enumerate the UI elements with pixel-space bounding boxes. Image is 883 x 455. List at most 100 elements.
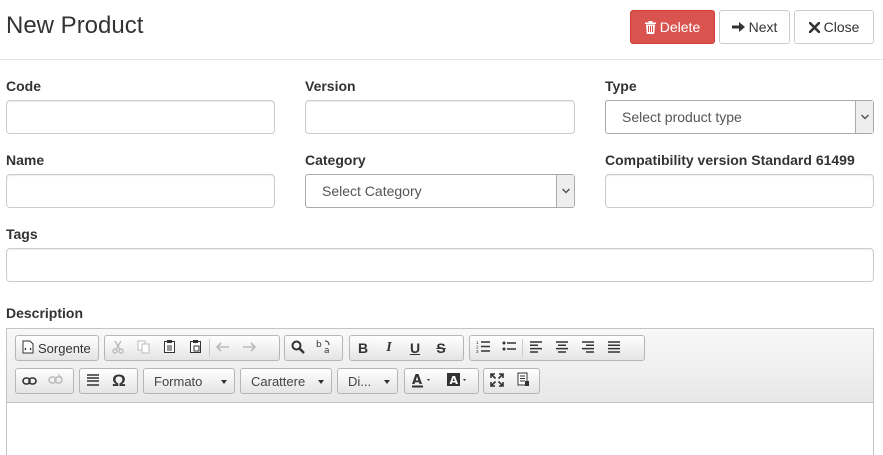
bold-button[interactable]: B (350, 336, 376, 360)
find-group: ba (284, 335, 343, 361)
show-blocks-icon (516, 372, 530, 390)
replace-button[interactable]: ba (311, 336, 337, 360)
name-input[interactable] (6, 174, 275, 208)
paste-text-icon (189, 339, 203, 357)
editor-toolbar: Sorgente b a B I U S 1 2 3 Ω Formato Car… (7, 329, 873, 403)
source-button[interactable]: Sorgente (16, 340, 91, 357)
type-selected-value: Select product type (622, 109, 742, 125)
align-left-button[interactable] (523, 336, 549, 360)
unlink-button[interactable] (42, 369, 68, 393)
type-select[interactable]: Select product type (605, 100, 874, 134)
maximize-button[interactable] (484, 369, 510, 393)
strike-icon: S (436, 340, 446, 356)
link-button[interactable] (16, 369, 42, 393)
svg-text:b: b (316, 340, 322, 350)
compat-label: Compatibility version Standard 61499 (605, 152, 855, 168)
align-right-icon (581, 340, 595, 356)
code-input[interactable] (6, 100, 275, 134)
redo-icon (242, 340, 257, 356)
format-combo[interactable]: Formato (143, 368, 235, 394)
source-icon (22, 340, 34, 357)
align-center-button[interactable] (549, 336, 575, 360)
clipboard-group (104, 335, 280, 361)
chevron-down-icon (556, 175, 574, 207)
paste-button[interactable] (157, 336, 183, 360)
cut-icon (111, 340, 125, 357)
numbered-list-button[interactable]: 123 (470, 336, 496, 360)
next-label: Next (748, 19, 778, 35)
close-button[interactable]: Close (794, 10, 874, 44)
source-label: Sorgente (38, 340, 91, 356)
size-combo[interactable]: Di... (337, 368, 398, 394)
italic-button[interactable]: I (376, 336, 402, 360)
align-center-icon (555, 340, 569, 356)
bg-color-icon: A (447, 372, 471, 391)
tags-input[interactable] (6, 248, 874, 282)
version-label: Version (305, 78, 356, 94)
style-group: B I U S (349, 335, 464, 361)
paste-icon (163, 339, 177, 357)
color-group: A A (404, 368, 479, 394)
unlink-icon (47, 373, 63, 389)
maximize-icon (490, 372, 504, 390)
version-input[interactable] (305, 100, 575, 134)
chevron-down-icon (318, 380, 324, 384)
underline-icon: U (409, 340, 421, 356)
link-icon (21, 373, 37, 389)
link-group (15, 368, 74, 394)
bullet-list-button[interactable] (496, 336, 522, 360)
undo-button[interactable] (210, 336, 236, 360)
copy-button[interactable] (131, 336, 157, 360)
category-selected-value: Select Category (322, 183, 422, 199)
find-button[interactable] (285, 336, 311, 360)
svg-text:A: A (450, 374, 459, 387)
editor-content-area[interactable] (7, 404, 873, 455)
view-group (483, 368, 540, 394)
horizontal-rule-button[interactable] (80, 369, 106, 393)
font-combo[interactable]: Carattere (240, 368, 332, 394)
source-group: Sorgente (15, 335, 99, 361)
description-editor: Sorgente b a B I U S 1 2 3 Ω Formato Car… (6, 328, 874, 455)
find-icon (291, 340, 305, 357)
underline-button[interactable]: U (402, 336, 428, 360)
strike-button[interactable]: S (428, 336, 454, 360)
chevron-down-icon (221, 380, 227, 384)
name-label: Name (6, 152, 45, 168)
numbered-list-icon: 123 (476, 340, 491, 356)
cut-button[interactable] (105, 336, 131, 360)
category-label: Category (305, 152, 366, 168)
svg-text:3: 3 (476, 349, 479, 353)
bold-icon: B (357, 340, 369, 356)
redo-button[interactable] (236, 336, 262, 360)
delete-button[interactable]: Delete (630, 10, 715, 44)
close-label: Close (823, 19, 860, 35)
special-char-button[interactable]: Ω (106, 369, 132, 393)
text-color-button[interactable]: A (405, 369, 441, 393)
chevron-down-icon (855, 101, 873, 133)
align-left-icon (529, 340, 543, 356)
special-char-icon: Ω (112, 371, 126, 390)
arrow-right-icon (731, 21, 745, 33)
copy-icon (137, 340, 151, 357)
next-button[interactable]: Next (719, 10, 790, 44)
close-icon (808, 21, 820, 33)
bg-color-button[interactable]: A (441, 369, 477, 393)
align-right-button[interactable] (575, 336, 601, 360)
page-title: New Product (6, 12, 144, 39)
code-label: Code (6, 78, 41, 94)
description-label: Description (6, 305, 84, 321)
compat-input[interactable] (605, 174, 874, 208)
show-blocks-button[interactable] (510, 369, 536, 393)
insert-group: Ω (79, 368, 138, 394)
svg-text:a: a (324, 346, 330, 354)
horizontal-rule-icon (86, 373, 100, 390)
trash-icon (644, 20, 656, 34)
replace-icon: ba (316, 339, 332, 357)
category-select[interactable]: Select Category (305, 174, 575, 208)
paste-text-button[interactable] (183, 336, 209, 360)
undo-icon (215, 340, 230, 356)
justify-button[interactable] (601, 336, 627, 360)
justify-icon (607, 340, 621, 356)
chevron-down-icon (384, 380, 390, 384)
italic-icon: I (386, 340, 392, 355)
